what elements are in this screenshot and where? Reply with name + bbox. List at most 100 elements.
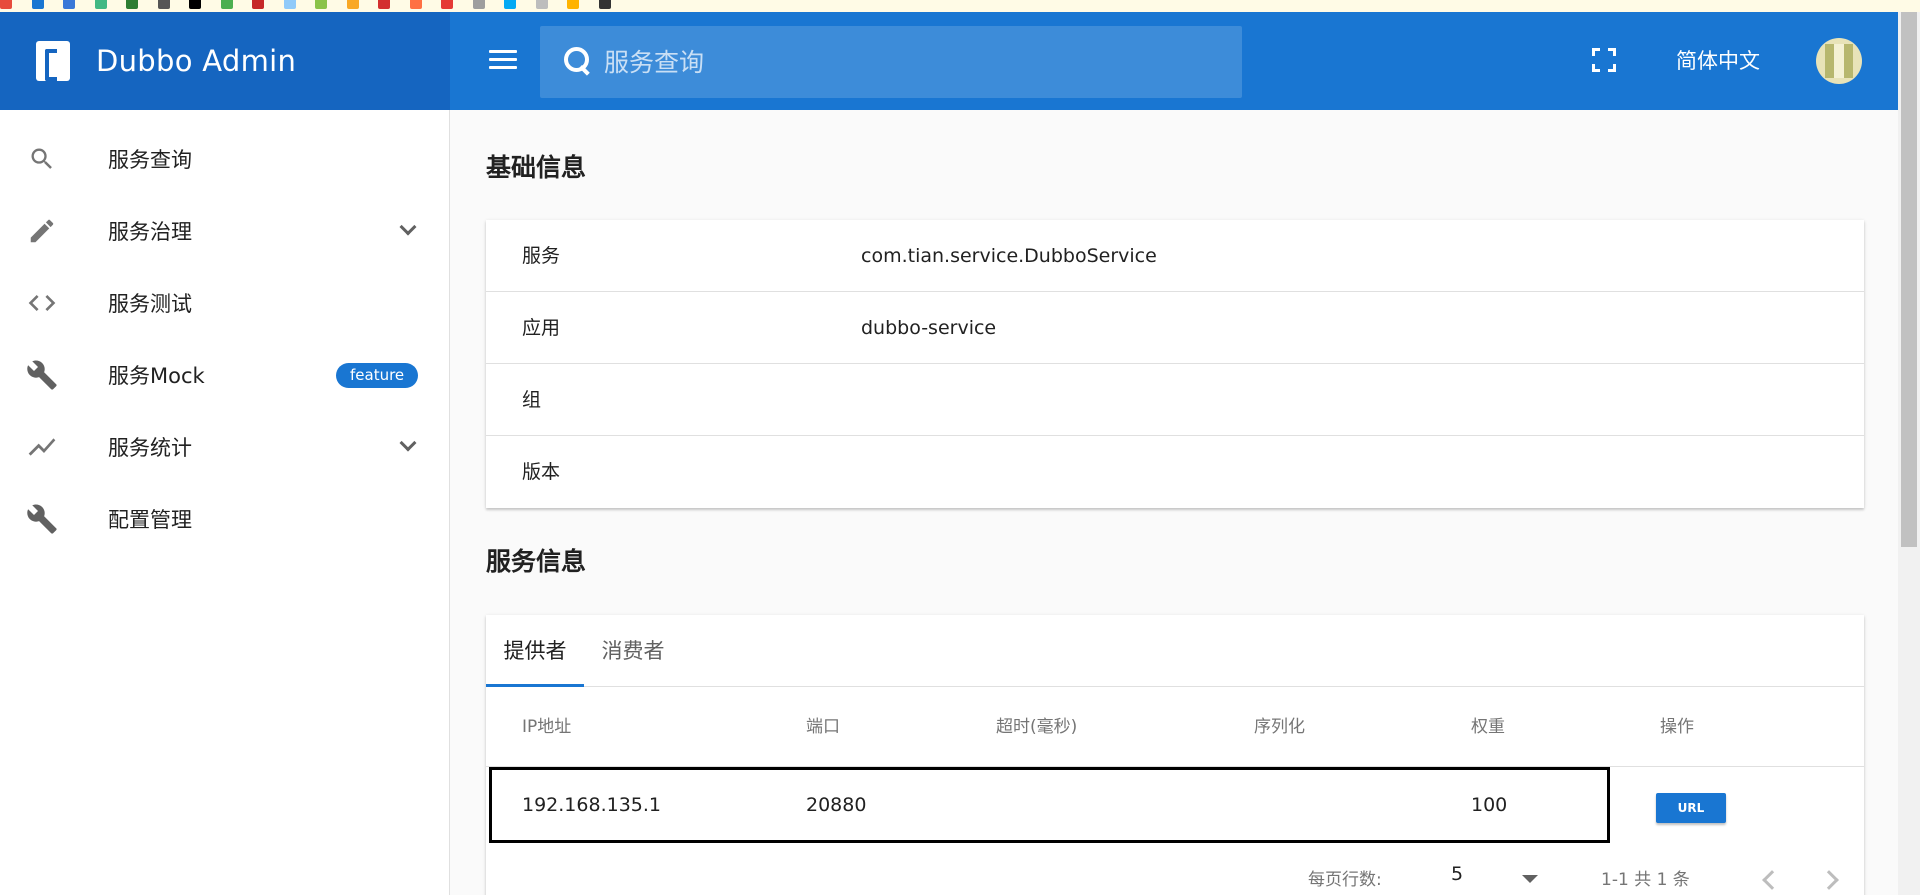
info-row-service: 服务 com.tian.service.DubboService [486,220,1864,292]
column-header-port[interactable]: 端口 [806,687,840,767]
bookmark-icon [441,0,453,9]
wrench-icon [26,503,58,535]
dubbo-logo-icon [36,41,70,81]
info-row-version: 版本 [486,436,1864,508]
info-row-group: 组 [486,364,1864,436]
app-bar: Dubbo Admin 简体中文 [0,12,1898,110]
info-value: dubbo-service [861,317,997,339]
bookmark-icon [535,0,548,9]
sidebar-item-label: 配置管理 [108,508,192,532]
bookmark-item[interactable] [220,0,233,9]
tab-providers[interactable]: 提供者 [486,615,584,687]
sidebar-item-label: 服务查询 [108,148,192,172]
column-header-ip[interactable]: IP地址 [522,687,571,767]
bookmark-item[interactable] [567,0,579,9]
wrench-icon [26,359,58,391]
bookmark-item[interactable] [189,0,201,9]
feature-badge: feature [336,363,419,388]
sidebar-item-label: 服务治理 [108,220,192,244]
bookmark-item[interactable] [504,0,516,9]
sidebar-item-label: 服务Mock [108,364,205,388]
bookmark-icon [94,0,107,9]
next-page-icon[interactable] [1821,869,1841,889]
info-row-application: 应用 dubbo-service [486,292,1864,364]
bookmark-item[interactable] [94,0,107,9]
cell-weight: 100 [1471,794,1508,816]
bookmark-icon [567,0,579,9]
bookmark-item[interactable] [346,0,359,9]
app-title: Dubbo Admin [96,44,297,78]
bookmark-item[interactable] [409,0,422,9]
bookmark-item[interactable] [157,0,170,9]
bookmark-item[interactable] [535,0,548,9]
chevron-down-icon[interactable] [398,219,418,239]
table-header: IP地址 端口 超时(毫秒) 序列化 权重 操作 [486,687,1864,767]
bookmark-icon [504,0,516,9]
bookmark-item[interactable] [472,0,485,9]
hamburger-icon-line [489,58,517,61]
info-key: 版本 [522,461,561,483]
language-button[interactable]: 简体中文 [1660,42,1776,80]
bookmark-item[interactable] [598,0,611,9]
hamburger-icon [489,50,517,53]
bookmark-item[interactable] [441,0,453,9]
bookmark-icon [220,0,233,9]
sidebar-item-service-governance[interactable]: 服务治理 [0,195,450,267]
sidebar-item-service-statistics[interactable]: 服务统计 [0,411,450,483]
brand[interactable]: Dubbo Admin [0,12,450,110]
search-input[interactable] [604,47,1242,77]
hamburger-icon-line [489,66,517,69]
bookmark-item[interactable] [126,0,138,9]
bookmark-item[interactable] [378,0,390,9]
bookmark-item[interactable] [283,0,296,9]
chevron-down-icon[interactable] [398,435,418,455]
cell-ip: 192.168.135.1 [522,794,662,816]
bookmark-icon [315,0,327,9]
bookmark-icon [472,0,485,9]
bookmark-icon [252,0,264,9]
avatar[interactable] [1816,38,1862,84]
sidebar-item-service-test[interactable]: 服务测试 [0,267,450,339]
search-box[interactable] [540,26,1242,98]
url-button[interactable]: URL [1656,793,1726,823]
column-header-action: 操作 [1660,717,1694,737]
bookmark-icon [409,0,422,9]
bookmark-item[interactable] [252,0,264,9]
bookmark-item[interactable] [315,0,327,9]
bookmark-icon [283,0,296,9]
column-header-serialization[interactable]: 序列化 [1254,687,1305,767]
bookmark-icon [31,0,44,9]
service-info-card: 提供者 消费者 IP地址 端口 超时(毫秒) 序列化 权重 操作 192.168… [486,615,1864,895]
tab-consumers[interactable]: 消费者 [584,615,682,687]
sidebar-item-label: 服务统计 [108,436,192,460]
table-row: 192.168.135.1 20880 100 [489,767,1610,843]
basic-info-card: 服务 com.tian.service.DubboService 应用 dubb… [486,220,1864,508]
column-header-timeout[interactable]: 超时(毫秒) [996,687,1077,767]
bookmark-item[interactable] [63,0,75,9]
fullscreen-icon[interactable] [1592,48,1616,72]
bookmark-icon [378,0,390,9]
bookmark-icon [157,0,170,9]
code-icon [26,287,58,319]
sidebar-item-service-mock[interactable]: 服务Mock feature [0,339,450,411]
sidebar-item-config-management[interactable]: 配置管理 [0,483,450,555]
column-header-weight[interactable]: 权重 [1471,687,1505,767]
sidebar: 服务查询 服务治理 服务测试 服务Mock feature 服务统计 配置管理 [0,110,450,895]
info-key: 应用 [522,317,561,339]
service-info-title: 服务信息 [486,547,587,576]
tab-bar: 提供者 消费者 [486,615,1864,687]
bookmark-icon [346,0,359,9]
scrollbar-thumb[interactable] [1901,12,1917,547]
search-icon [562,45,596,79]
rows-per-page-select[interactable]: 5 [1451,863,1463,885]
page-scrollbar[interactable] [1898,12,1920,895]
pencil-icon [26,215,58,247]
sidebar-item-label: 服务测试 [108,292,192,316]
bookmark-item[interactable] [31,0,44,9]
prev-page-icon[interactable] [1758,869,1778,889]
bookmark-item[interactable] [0,0,12,9]
sidebar-item-service-search[interactable]: 服务查询 [0,123,450,195]
info-key: 服务 [522,245,561,267]
menu-toggle-button[interactable] [486,46,520,76]
caret-down-icon[interactable] [1522,875,1538,883]
